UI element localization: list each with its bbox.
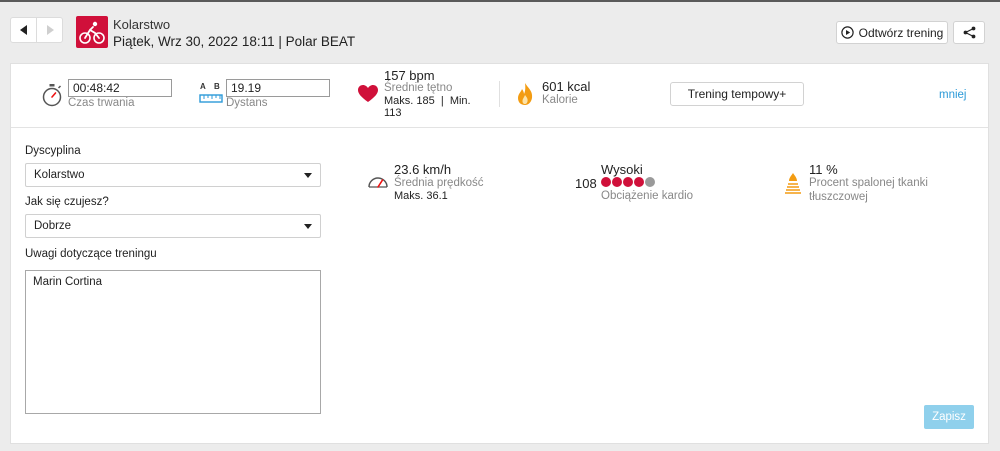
training-notes-textarea[interactable]: Marin Cortina [25, 270, 321, 414]
feeling-selected-value: Dobrze [34, 220, 72, 232]
cardio-dot-filled [612, 177, 622, 187]
fat-burn-value: 11 % [809, 162, 838, 177]
flame-icon [518, 83, 533, 105]
avg-heart-rate-label: Średnie tętno [384, 82, 453, 94]
training-subtitle: Piątek, Wrz 30, 2022 18:11 | Polar BEAT [113, 34, 356, 49]
tempo-training-button[interactable]: Trening tempowy+ [670, 82, 804, 106]
cardio-load-number: 108 [575, 176, 597, 191]
cardio-load-label: Obciążenie kardio [601, 190, 694, 202]
discipline-select[interactable]: Kolarstwo [25, 163, 321, 187]
chevron-down-icon [304, 173, 312, 178]
summary-divider [499, 81, 500, 107]
avg-heart-rate-value: 157 bpm [384, 68, 435, 83]
cardio-load-dots [601, 177, 656, 189]
heart-icon [358, 85, 378, 102]
top-border [0, 0, 1000, 2]
max-speed-value: Maks. 36.1 [394, 190, 448, 202]
duration-label: Czas trwania [68, 97, 135, 109]
arrow-right-icon [46, 25, 54, 35]
notes-label: Uwagi dotyczące treningu [25, 248, 157, 260]
cardio-dot-empty [645, 177, 655, 187]
replay-training-button[interactable]: Odtwórz trening [836, 21, 948, 44]
feeling-select[interactable]: Dobrze [25, 214, 321, 238]
avg-speed-value: 23.6 km/h [394, 162, 452, 177]
heart-rate-max-min: Maks. 185 | Min. [384, 95, 471, 107]
training-title: Kolarstwo [113, 17, 171, 32]
distance-input[interactable]: 19.19 [226, 79, 330, 97]
distance-ruler-icon: A B [199, 82, 223, 106]
stopwatch-icon [42, 84, 62, 107]
save-button[interactable]: Zapisz [924, 405, 974, 429]
distance-label: Dystans [226, 97, 268, 109]
heart-rate-min-value: 113 [384, 107, 402, 119]
show-less-link[interactable]: mniej [939, 89, 966, 101]
play-circle-icon [840, 26, 854, 39]
duration-input[interactable]: 00:48:42 [68, 79, 172, 97]
avg-speed-label: Średnia prędkość [394, 177, 484, 189]
discipline-label: Dyscyplina [25, 145, 81, 157]
cardio-dot-filled [623, 177, 633, 187]
fat-burn-label-line2: tłuszczowej [809, 191, 868, 203]
arrow-left-icon [19, 25, 27, 35]
replay-training-label: Odtwórz trening [858, 25, 944, 40]
discipline-selected-value: Kolarstwo [34, 169, 85, 181]
calories-value: 601 kcal [542, 79, 591, 94]
cardio-load-level: Wysoki [601, 162, 643, 177]
chevron-down-icon [304, 224, 312, 229]
calories-label: Kalorie [542, 94, 578, 106]
cardio-dot-filled [601, 177, 611, 187]
cardio-dot-filled [634, 177, 644, 187]
fat-burn-icon [785, 173, 801, 194]
previous-training-button[interactable] [10, 17, 37, 43]
fat-burn-label-line1: Procent spalonej tkanki [809, 177, 928, 189]
speedometer-icon [368, 177, 388, 188]
share-button[interactable] [953, 21, 985, 44]
training-summary-panel: 00:48:42 Czas trwania A B 19.19 Dystans … [10, 63, 989, 444]
summary-separator [11, 127, 988, 128]
next-training-button[interactable] [36, 17, 63, 43]
cycling-sport-icon [76, 16, 108, 48]
share-icon [963, 26, 975, 39]
feeling-label: Jak się czujesz? [25, 196, 109, 208]
